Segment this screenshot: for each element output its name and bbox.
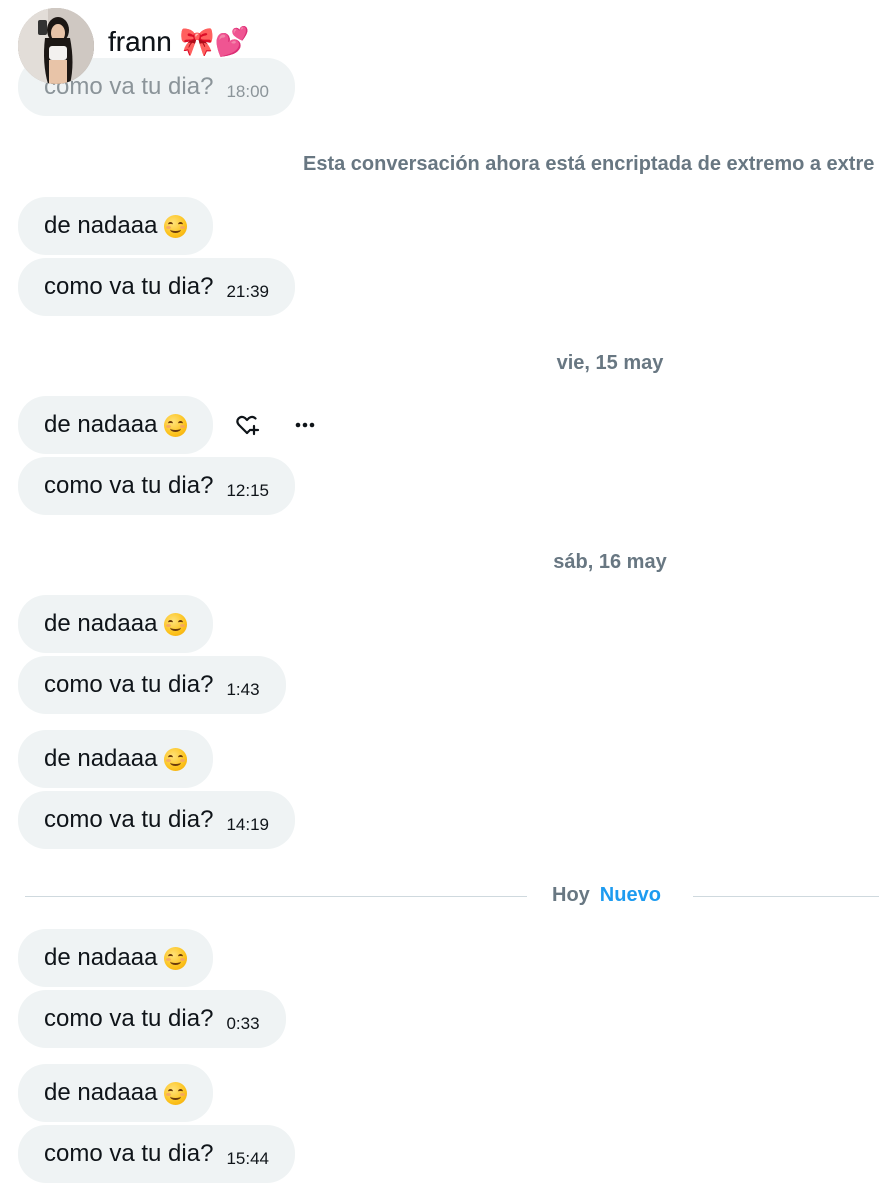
message-bubble[interactable]: como va tu dia? 1:43 [18, 656, 286, 714]
message-text: de nadaaa [44, 411, 158, 438]
message-bubble[interactable]: como va tu dia? 14:19 [18, 791, 295, 849]
message-time: 12:15 [226, 481, 269, 500]
message-time: 0:33 [226, 1014, 260, 1033]
message-bubble[interactable]: como va tu dia? 15:44 [18, 1125, 295, 1183]
message-bubble[interactable]: de nadaaa [18, 197, 214, 255]
message-text: de nadaaa [44, 1079, 158, 1106]
smiling-face-emoji-icon [164, 214, 188, 238]
heart-plus-icon-svg [236, 415, 260, 436]
message-bubble[interactable]: como va tu dia? 0:33 [18, 990, 286, 1048]
smiling-face-emoji-icon [164, 946, 188, 970]
date-separator: sáb, 16 may [553, 551, 667, 573]
message-bubble[interactable]: como va tu dia? 18:00 [18, 58, 295, 116]
message-text: como va tu dia? [44, 671, 214, 698]
smiling-face-emoji-icon [164, 747, 188, 771]
more-horizontal-icon[interactable] [289, 409, 321, 441]
message-text: como va tu dia? [44, 806, 214, 833]
smiling-face-emoji-icon [164, 1081, 188, 1105]
smiling-face-emoji-icon [164, 413, 188, 437]
message-bubble[interactable]: como va tu dia? 21:39 [18, 258, 295, 316]
more-horizontal-icon-svg [295, 422, 315, 428]
message-time: 15:44 [226, 1149, 269, 1168]
message-bubble[interactable]: de nadaaa [18, 595, 214, 653]
encryption-notice: Esta conversación ahora está encriptada … [303, 153, 875, 175]
message-text: de nadaaa [44, 610, 158, 637]
message-time: 18:00 [226, 82, 269, 101]
contact-name[interactable]: frann 🎀💕 [108, 25, 249, 58]
smiling-face-emoji-icon [164, 612, 188, 636]
message-text: de nadaaa [44, 944, 158, 971]
message-time: 21:39 [226, 282, 269, 301]
new-messages-divider-right [693, 896, 879, 897]
message-text: como va tu dia? [44, 1140, 214, 1167]
message-bubble[interactable]: de nadaaa [18, 730, 214, 788]
message-text: como va tu dia? [44, 73, 214, 100]
message-text: de nadaaa [44, 745, 158, 772]
message-text: como va tu dia? [44, 273, 214, 300]
today-label: Hoy [552, 884, 590, 906]
message-bubble[interactable]: como va tu dia? 12:15 [18, 457, 295, 515]
message-bubble[interactable]: de nadaaa [18, 929, 214, 987]
message-time: 14:19 [226, 815, 269, 834]
new-label: Nuevo [599, 884, 661, 906]
date-separator: vie, 15 may [556, 352, 664, 374]
message-time: 1:43 [226, 680, 260, 699]
message-text: como va tu dia? [44, 472, 214, 499]
message-text: de nadaaa [44, 212, 158, 239]
new-messages-separator: Hoy Nuevo [552, 884, 661, 907]
message-bubble[interactable]: de nadaaa [18, 1064, 214, 1122]
new-messages-divider-left [25, 896, 527, 897]
heart-plus-icon[interactable] [231, 409, 263, 441]
message-bubble[interactable]: de nadaaa [18, 396, 214, 454]
message-text: como va tu dia? [44, 1005, 214, 1032]
